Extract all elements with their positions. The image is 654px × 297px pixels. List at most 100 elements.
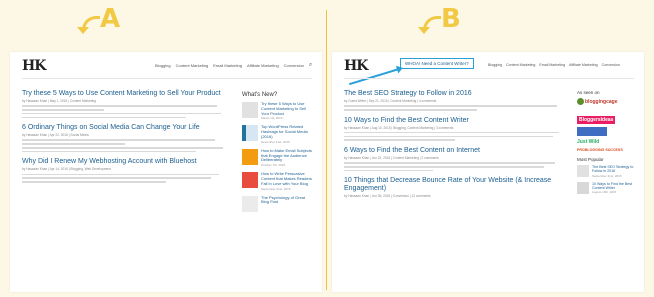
- site-screenshot-a: HK Blogging Content Marketing Email Mark…: [10, 52, 322, 292]
- brand-logo-justwild: Just Wild: [577, 139, 600, 145]
- sidebar-post-title[interactable]: The Psychology of Great Blog Post: [261, 195, 314, 206]
- post-thumbnail: [242, 148, 258, 165]
- label-a: A: [100, 4, 121, 34]
- sidebar-post-title[interactable]: Try these 5 Ways to Use Content Marketin…: [261, 101, 314, 116]
- post-title[interactable]: 6 Ordinary Things on Social Media Can Ch…: [22, 124, 227, 132]
- post-meta: by Guest Writer | Sep 21, 2015 | Content…: [344, 99, 437, 104]
- post-title[interactable]: 6 Ways to Find the Best Content on Inter…: [344, 147, 566, 155]
- post-meta: by Hassaan Khan | Jun 22, 2015 | Content…: [344, 156, 439, 161]
- sidebar-post[interactable]: Try these 5 Ways to Use Content Marketin…: [242, 101, 314, 121]
- sidebar-post-date: October 7th, 2015: [261, 163, 286, 168]
- excerpt-line: [344, 166, 544, 168]
- popular-post-title[interactable]: The Best SEO Strategy to Follow in 2016: [592, 165, 639, 174]
- excerpt-line: [22, 105, 217, 107]
- excerpt-line: [22, 146, 223, 149]
- excerpt-line: [22, 150, 197, 153]
- header-divider: [22, 78, 312, 79]
- nav-item-email-marketing[interactable]: Email Marketing: [213, 63, 242, 68]
- post-item: Why Did I Renew My Webhosting Account wi…: [22, 158, 227, 183]
- popular-post-date: August 10th, 2015: [592, 190, 617, 195]
- post-thumbnail: [577, 165, 589, 177]
- panel-divider: [326, 10, 327, 290]
- popular-post[interactable]: 10 Ways to Find the Best Content Writer …: [577, 181, 639, 195]
- popular-post-title[interactable]: 10 Ways to Find the Best Content Writer: [592, 182, 639, 191]
- excerpt-line: [22, 177, 211, 179]
- sidebar-post[interactable]: The Psychology of Great Blog Post: [242, 195, 314, 212]
- sidebar-whats-new: What's New? Try these 5 Ways to Use Cont…: [242, 92, 314, 217]
- sidebar-post-date: September 21st, 2015: [261, 186, 291, 191]
- nav-item-content-marketing[interactable]: Content Marketing: [176, 63, 209, 68]
- post-item: 6 Ways to Find the Best Content on Inter…: [344, 147, 566, 172]
- content-writer-callout[interactable]: WHOA! Need a Content Writer?: [400, 58, 474, 69]
- main-nav: Blogging Content Marketing Email Marketi…: [488, 63, 620, 67]
- popular-post[interactable]: The Best SEO Strategy to Follow in 2016 …: [577, 165, 639, 178]
- curved-arrow-icon: [418, 16, 441, 34]
- sidebar-post-date: December 21st, 2015: [261, 139, 290, 144]
- post-title[interactable]: 10 Ways to Find the Best Content Writer: [344, 117, 566, 125]
- post-thumbnail: [242, 172, 258, 189]
- post-list: Try these 5 Ways to Use Content Marketin…: [22, 90, 227, 189]
- most-popular-heading: Most Popular: [577, 157, 604, 162]
- sidebar-title: What's New?: [242, 92, 278, 98]
- search-icon[interactable]: ⌕: [309, 62, 312, 68]
- nav-item-affiliate-marketing[interactable]: Affiliate Marketing: [569, 63, 598, 67]
- nav-item-blogging[interactable]: Blogging: [488, 63, 502, 67]
- nav-item-content-marketing[interactable]: Content Marketing: [506, 63, 535, 67]
- post-title[interactable]: Try these 5 Ways to Use Content Marketin…: [22, 90, 227, 98]
- post-item: 10 Things that Decrease Bounce Rate of Y…: [344, 177, 566, 198]
- excerpt-line: [344, 162, 555, 164]
- excerpt-line: [22, 181, 166, 183]
- brand-logo-probloggingsuccess: PROBLOGGING SUCCESS: [577, 148, 623, 152]
- post-title[interactable]: Why Did I Renew My Webhosting Account wi…: [22, 158, 227, 166]
- excerpt-line: [22, 116, 186, 119]
- post-meta: by Hassaan Khan | Apr 22, 2016 | Social …: [22, 133, 89, 138]
- main-nav: Blogging Content Marketing Email Marketi…: [155, 62, 312, 68]
- sidebar-post-title[interactable]: How to Write Persuasive Content that Mak…: [261, 171, 314, 186]
- post-meta: by Hassaan Khan | Apr 14, 2016 | Bloggin…: [22, 167, 111, 172]
- sidebar-post[interactable]: How to Make Email Subjects that Engage t…: [242, 148, 314, 168]
- sidebar-post-date: March 1st, 2016: [261, 116, 283, 121]
- excerpt-line: [22, 139, 215, 141]
- as-seen-on-heading: As seen on: [577, 90, 600, 95]
- brand-logo-bloggersideas: BloggersIdeas: [577, 116, 616, 124]
- post-item: 10 Ways to Find the Best Content Writer …: [344, 117, 566, 141]
- site-logo[interactable]: HK: [22, 58, 46, 74]
- excerpt-line: [344, 105, 558, 107]
- post-thumbnail: [242, 125, 258, 142]
- excerpt-line: [344, 109, 478, 111]
- sidebar-post-title[interactable]: How to Make Email Subjects that Engage t…: [261, 148, 314, 163]
- post-item: The Best SEO Strategy to Follow in 2016 …: [344, 90, 566, 111]
- brand-logo-bloggingcage: bloggingcage: [577, 98, 639, 105]
- popular-post-date: September 21st, 2015: [592, 173, 622, 178]
- excerpt-line: [344, 135, 553, 138]
- header-divider: [344, 78, 634, 79]
- post-meta: by Hassaan Khan | May 1, 2016 | Content …: [22, 99, 96, 104]
- post-title[interactable]: 10 Things that Decrease Bounce Rate of Y…: [344, 177, 566, 193]
- post-thumbnail: [577, 181, 589, 194]
- post-meta: by Hassaan Khan | Aug 10, 2015 | Bloggin…: [344, 125, 454, 130]
- site-screenshot-b: HK WHOA! Need a Content Writer? Blogging…: [332, 52, 644, 292]
- excerpt-line: [22, 112, 221, 115]
- nav-item-affiliate-marketing[interactable]: Affiliate Marketing: [247, 63, 279, 68]
- post-thumbnail: [242, 195, 258, 212]
- sidebar-post[interactable]: How to Write Persuasive Content that Mak…: [242, 171, 314, 191]
- nav-item-blogging[interactable]: Blogging: [155, 63, 171, 68]
- post-item: Try these 5 Ways to Use Content Marketin…: [22, 90, 227, 119]
- sidebar: As seen on bloggingcage BloggersIdeas Ju…: [577, 90, 639, 198]
- sidebar-post-title[interactable]: Top WordPress Related Hashtags for Socia…: [261, 124, 314, 139]
- excerpt-line: [344, 169, 433, 172]
- nav-item-conversion[interactable]: Conversion: [284, 63, 304, 68]
- post-title[interactable]: The Best SEO Strategy to Follow in 2016: [344, 90, 566, 98]
- excerpt-line: [22, 143, 125, 145]
- post-meta: by Hassaan Khan | Jun 05, 2015 | Convers…: [344, 194, 431, 199]
- nav-item-conversion[interactable]: Conversion: [602, 63, 620, 67]
- excerpt-line: [22, 173, 219, 176]
- label-b: B: [441, 4, 461, 34]
- brand-logo-banner: [577, 127, 607, 136]
- excerpt-line: [344, 139, 455, 141]
- post-list: The Best SEO Strategy to Follow in 2016 …: [344, 90, 566, 204]
- sidebar-post[interactable]: Top WordPress Related Hashtags for Socia…: [242, 124, 314, 144]
- panel-a: A HK Blogging Content Marketing Email Ma…: [0, 0, 326, 297]
- site-logo[interactable]: HK: [344, 58, 368, 74]
- nav-item-email-marketing[interactable]: Email Marketing: [539, 63, 565, 67]
